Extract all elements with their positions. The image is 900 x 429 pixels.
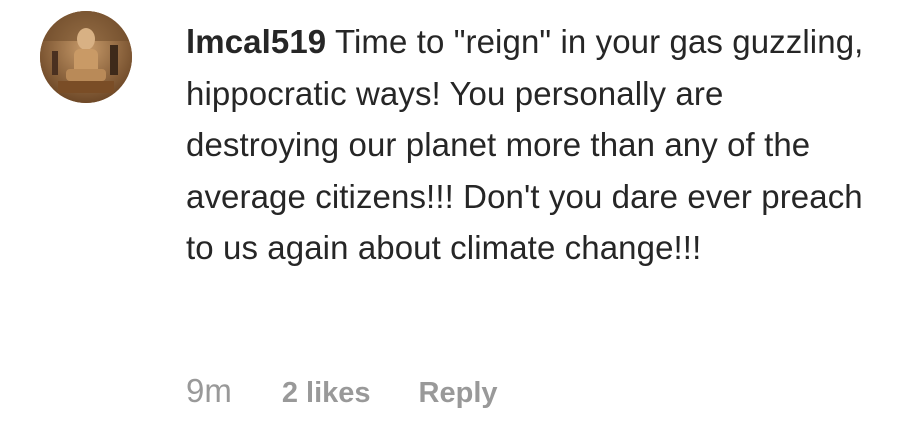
- comment-body: lmcal519 Time to "reign" in your gas guz…: [186, 16, 876, 274]
- avatar[interactable]: [40, 11, 132, 103]
- comment: lmcal519 Time to "reign" in your gas guz…: [0, 0, 900, 429]
- comment-timestamp[interactable]: 9m: [186, 372, 232, 410]
- comment-username[interactable]: lmcal519: [186, 23, 326, 60]
- comment-meta: 9m 2 likes Reply: [186, 372, 498, 416]
- likes-count[interactable]: 2 likes: [282, 377, 371, 410]
- avatar-image: [40, 11, 132, 103]
- reply-button[interactable]: Reply: [419, 377, 498, 410]
